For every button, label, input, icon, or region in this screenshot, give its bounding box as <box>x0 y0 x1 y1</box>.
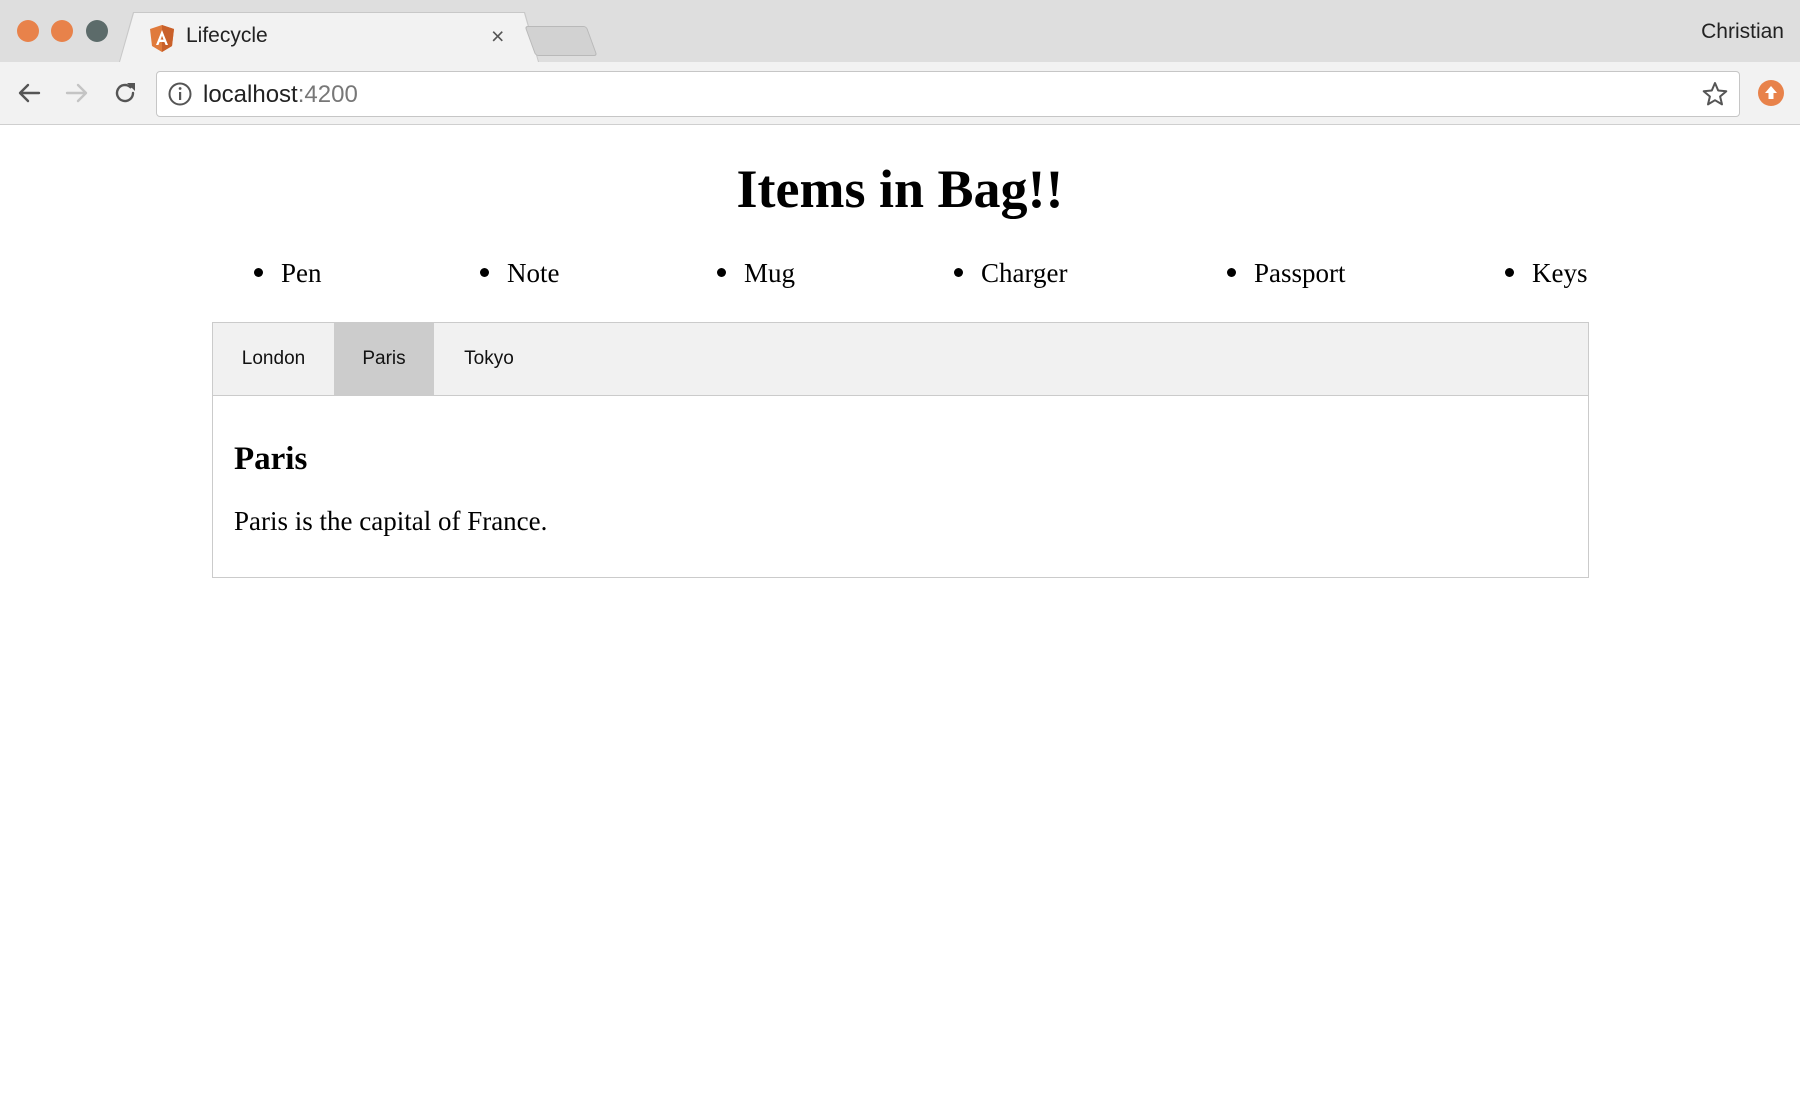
browser-toolbar: localhost:4200 <box>0 62 1800 125</box>
tab-close-icon[interactable]: × <box>491 23 504 49</box>
bullet-icon <box>954 268 963 278</box>
city-description: Paris is the capital of France. <box>234 506 548 536</box>
back-arrow-icon[interactable] <box>14 78 44 108</box>
list-item-label: Keys <box>1532 258 1588 288</box>
bullet-icon <box>254 268 263 278</box>
reload-icon[interactable] <box>110 78 140 108</box>
city-heading: Paris <box>234 441 308 477</box>
list-item: Keys <box>1505 258 1588 289</box>
list-item-label: Mug <box>744 258 796 288</box>
browser-tab-bar: Lifecycle × Christian <box>0 0 1800 62</box>
tab-paris[interactable]: Paris <box>334 323 434 395</box>
list-item-label: Charger <box>981 258 1068 288</box>
profile-name[interactable]: Christian <box>1701 20 1784 44</box>
list-item: Mug <box>717 258 795 289</box>
list-item: Note <box>480 258 559 289</box>
bullet-icon <box>717 268 726 278</box>
tab-london[interactable]: London <box>213 323 334 395</box>
forward-arrow-icon[interactable] <box>62 78 92 108</box>
bag-items-list: Pen Note Mug Charger Passport Keys <box>238 258 1588 302</box>
url-host: localhost <box>203 81 298 108</box>
info-icon[interactable] <box>167 81 193 107</box>
new-tab-button[interactable] <box>524 26 598 56</box>
browser-tab[interactable] <box>120 13 538 62</box>
window-close-button[interactable] <box>17 20 39 42</box>
url-text[interactable]: localhost:4200 <box>203 81 358 109</box>
list-item-label: Note <box>507 258 560 288</box>
city-tab-strip: London Paris Tokyo <box>213 323 1588 396</box>
window-minimize-button[interactable] <box>51 20 73 42</box>
address-bar[interactable]: localhost:4200 <box>156 71 1740 117</box>
star-icon[interactable] <box>1701 80 1729 108</box>
list-item: Charger <box>954 258 1067 289</box>
list-item-label: Pen <box>281 258 322 288</box>
extension-icon[interactable] <box>1756 78 1786 108</box>
tab-tokyo[interactable]: Tokyo <box>434 323 544 395</box>
list-item-label: Passport <box>1254 258 1346 288</box>
window-maximize-button[interactable] <box>86 20 108 42</box>
list-item: Pen <box>254 258 322 289</box>
page-title: Items in Bag!! <box>736 159 1064 219</box>
list-item: Passport <box>1227 258 1346 289</box>
angular-favicon-icon <box>150 25 174 52</box>
bullet-icon <box>480 268 489 278</box>
url-port: :4200 <box>297 81 358 108</box>
browser-tab-title: Lifecycle <box>186 24 268 47</box>
bullet-icon <box>1227 268 1236 278</box>
city-tabs-panel: London Paris Tokyo Paris Paris is the ca… <box>212 322 1589 578</box>
bullet-icon <box>1505 268 1514 278</box>
